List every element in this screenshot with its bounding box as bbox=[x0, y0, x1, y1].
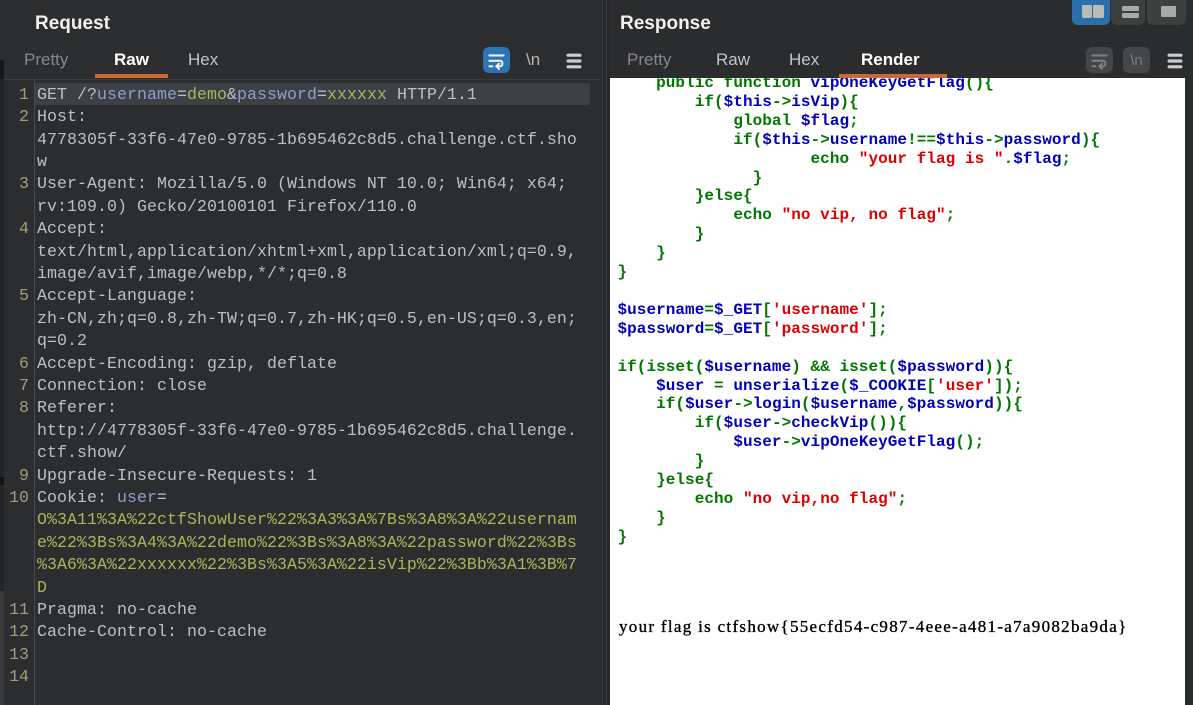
svg-text:\n: \n bbox=[1130, 52, 1143, 69]
